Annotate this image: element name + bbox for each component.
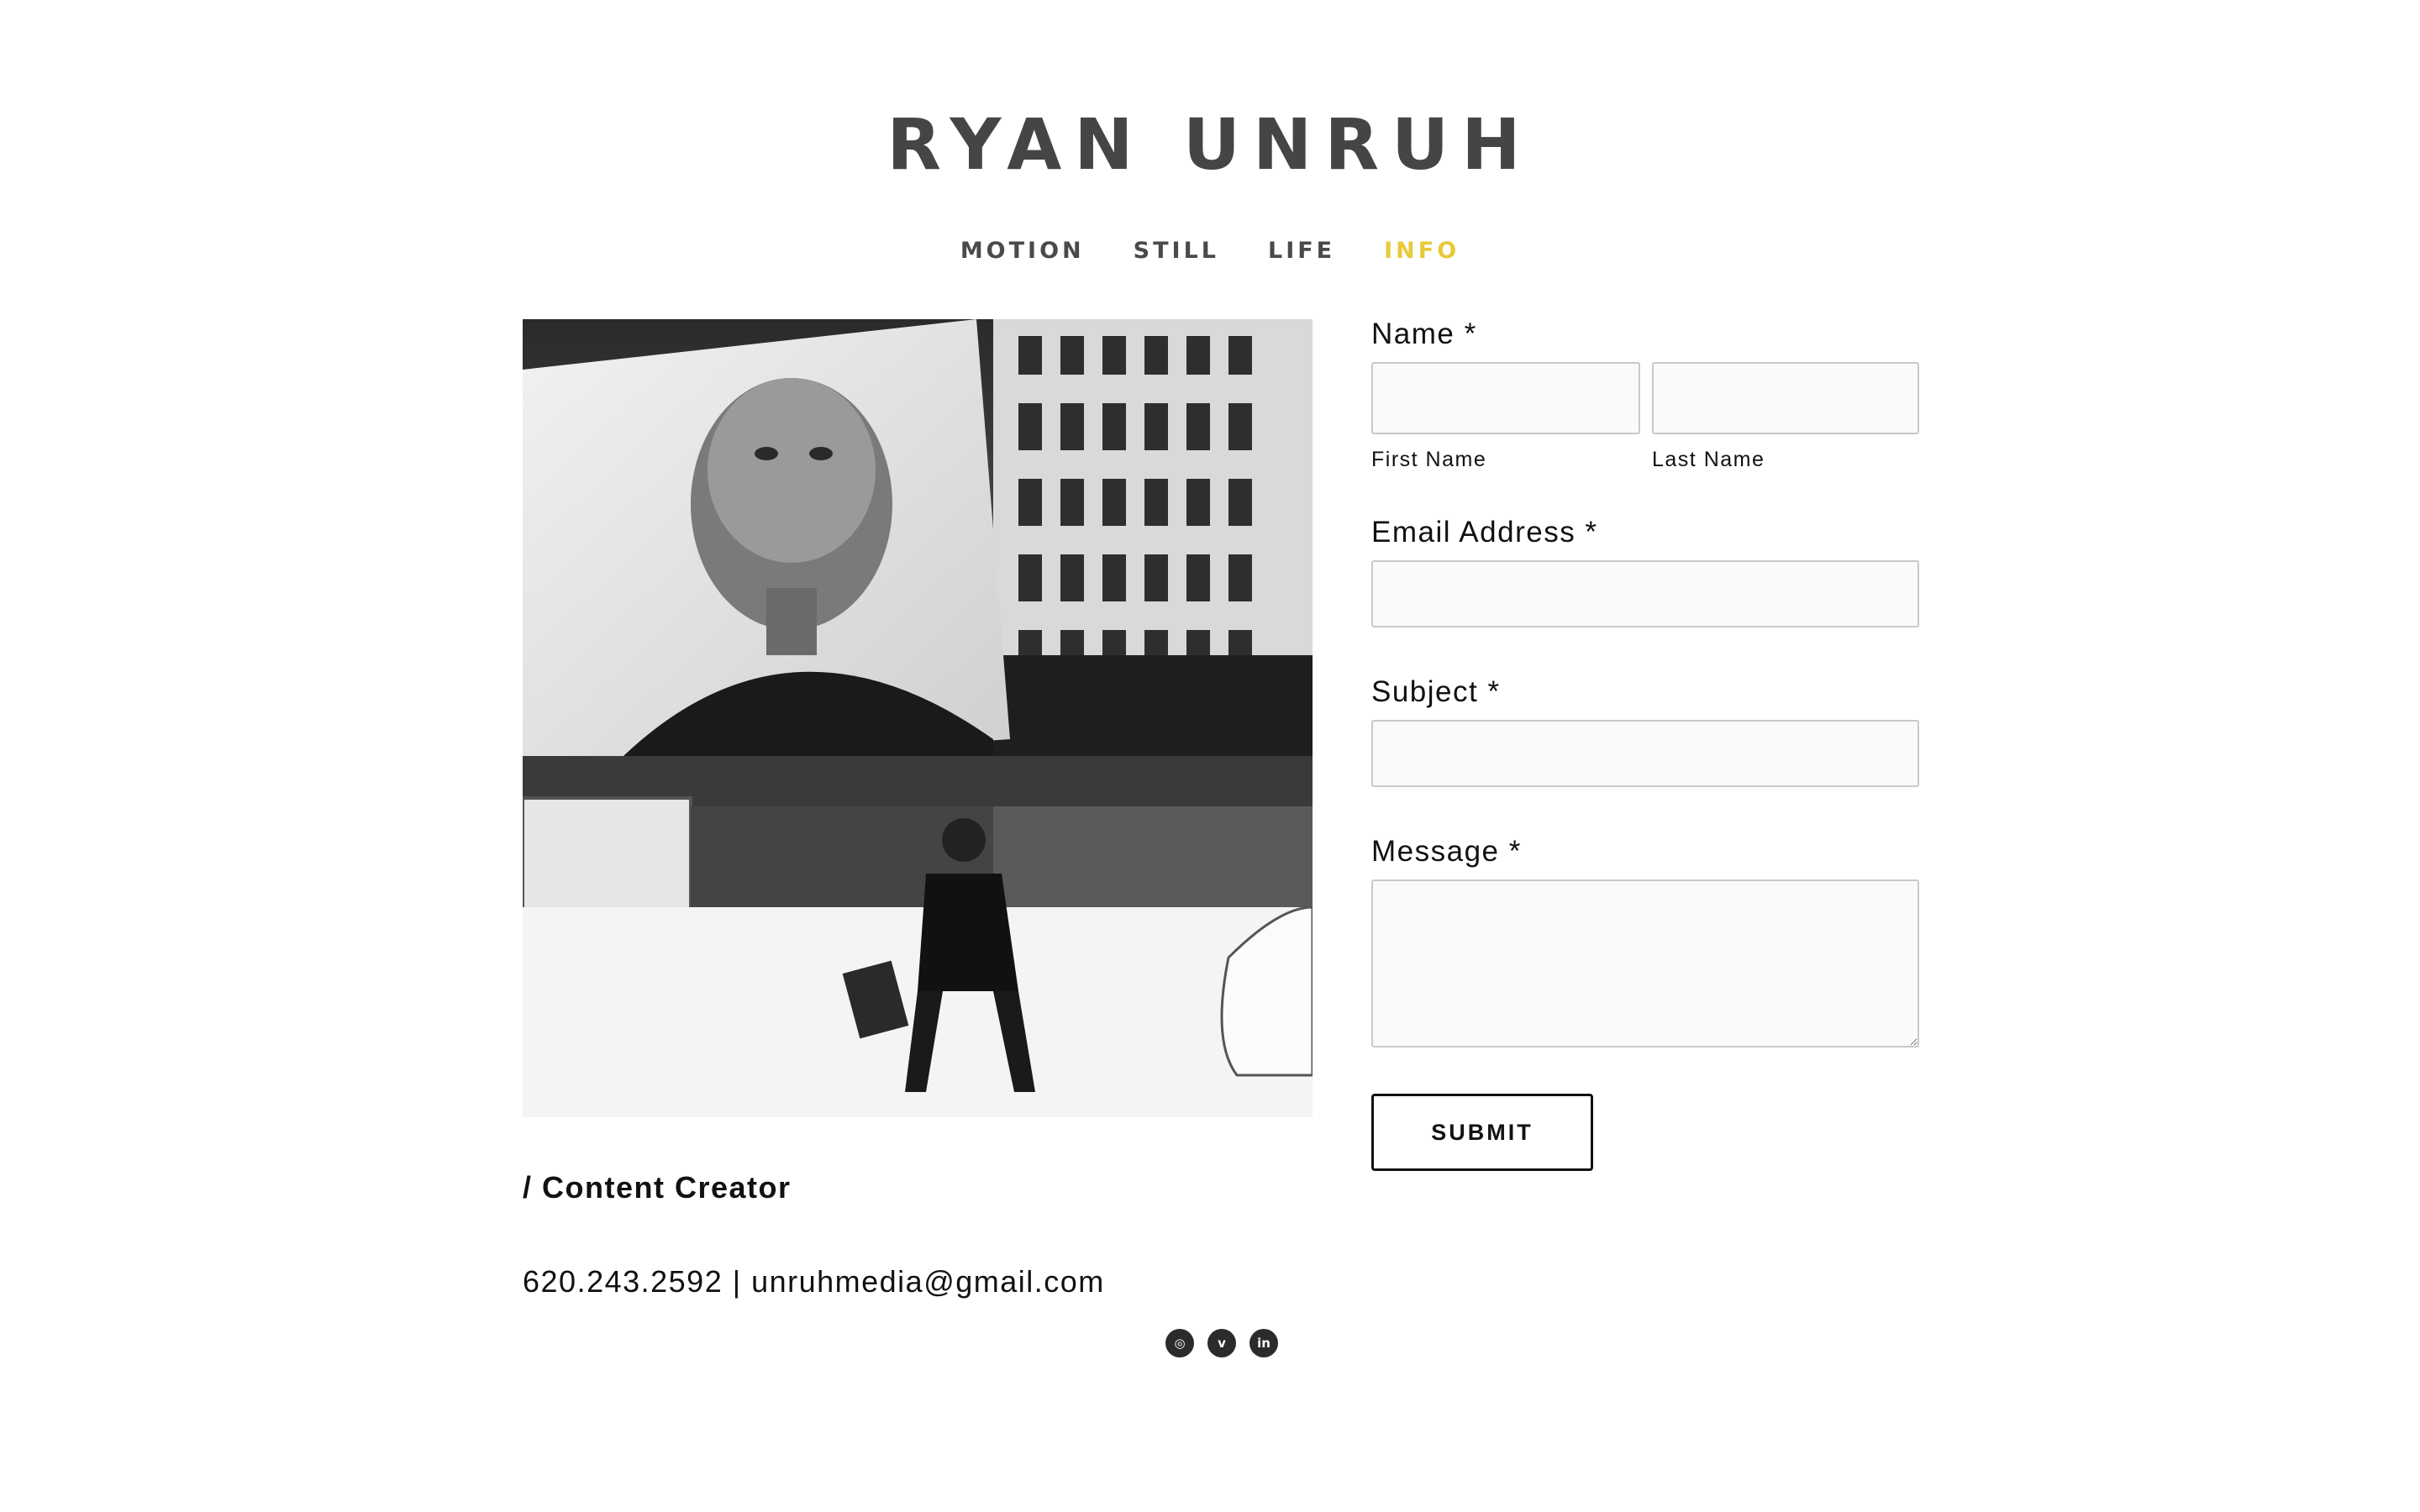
role-title: / Content Creator bbox=[523, 1170, 792, 1205]
subject-input[interactable] bbox=[1371, 720, 1919, 787]
message-textarea[interactable] bbox=[1371, 879, 1919, 1047]
nav-item-still[interactable]: STILL bbox=[1134, 239, 1219, 262]
profile-photo bbox=[523, 319, 1313, 1117]
site-title[interactable]: RYAN UNRUH bbox=[0, 109, 2420, 180]
subject-label: Subject * bbox=[1371, 675, 1501, 708]
message-label: Message * bbox=[1371, 835, 1522, 868]
vimeo-icon[interactable]: v bbox=[1207, 1329, 1236, 1357]
instagram-icon[interactable]: ◎ bbox=[1165, 1329, 1194, 1357]
contact-info[interactable]: 620.243.2592 | unruhmedia@gmail.com bbox=[523, 1264, 1105, 1299]
email-input[interactable] bbox=[1371, 560, 1919, 627]
first-name-input[interactable] bbox=[1371, 362, 1640, 434]
submit-button[interactable]: SUBMIT bbox=[1371, 1094, 1593, 1171]
email-label: Email Address * bbox=[1371, 516, 1598, 549]
last-name-input[interactable] bbox=[1652, 362, 1919, 434]
last-name-label: Last Name bbox=[1652, 448, 1765, 471]
nav-item-motion[interactable]: MOTION bbox=[960, 239, 1085, 262]
main-nav: MOTION STILL LIFE INFO bbox=[0, 239, 2420, 262]
social-links: ◎ v in bbox=[1165, 1329, 1278, 1357]
first-name-label: First Name bbox=[1371, 448, 1487, 471]
name-label: Name * bbox=[1371, 318, 1477, 350]
linkedin-icon[interactable]: in bbox=[1249, 1329, 1278, 1357]
nav-item-life[interactable]: LIFE bbox=[1268, 239, 1335, 262]
nav-item-info[interactable]: INFO bbox=[1384, 239, 1460, 262]
